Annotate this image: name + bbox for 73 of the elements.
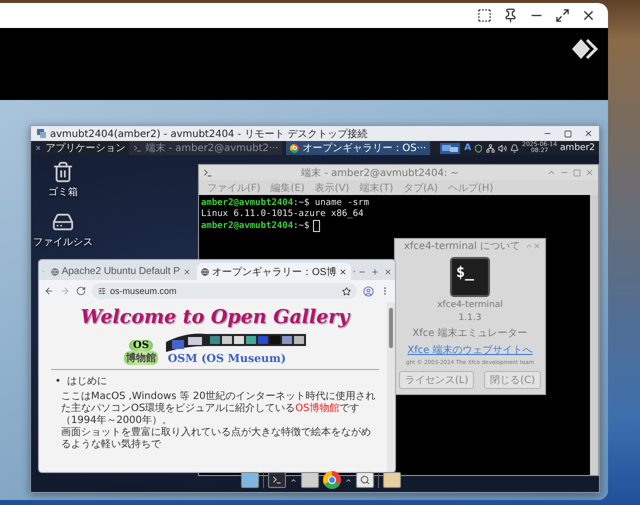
shade-icon[interactable] (547, 168, 556, 177)
app-logo-icon (572, 38, 598, 60)
menu-item[interactable]: 編集(E) (270, 180, 305, 194)
notification-icon[interactable] (510, 144, 520, 152)
network-icon[interactable] (486, 144, 496, 152)
intro-paragraph: ここはMacOS ,Windows 等 20世紀のインターネット時代に使用された主なパソコンOS環境をビジュアルに紹介しているOS博物館です（1994年～2000年）。 (61, 391, 377, 426)
caret-icon[interactable] (290, 476, 297, 484)
dialog-title: xfce4-terminal について (402, 240, 521, 253)
menu-item[interactable]: 表示(V) (314, 180, 350, 194)
dialog-button[interactable]: ライセンス(L) (399, 371, 474, 389)
browser-logo-icon[interactable] (323, 471, 341, 489)
terminal-icon[interactable] (268, 472, 286, 488)
user-name[interactable]: amber2 (560, 143, 595, 153)
window-title: 端末 - amber2@avmubt2404: ~ (300, 166, 460, 180)
address-bar[interactable]: os-museum.com (92, 283, 357, 299)
taskbar-button[interactable]: 端末 - amber2@avmubt2··· (129, 141, 282, 155)
maximize-icon[interactable] (555, 8, 570, 23)
menu-item[interactable]: ファイル(F) (207, 180, 261, 194)
bullet: • (55, 375, 61, 388)
menu-item[interactable]: 端末(T) (359, 180, 394, 194)
terminal-icon (133, 144, 142, 152)
scrollbar[interactable] (590, 195, 598, 475)
workspace-switcher[interactable] (440, 142, 460, 154)
app-name: xfce4-terminal (437, 300, 503, 310)
window-title: avmubt2404(amber2) - avmubt2404 - リモート デスクトップ接続 (50, 128, 368, 140)
maximize-icon[interactable] (564, 130, 572, 138)
taskbar-button[interactable]: オープンギャラリー：OS··· (286, 141, 430, 155)
page-heading: Welcome to Open Gallery (80, 305, 352, 329)
browser-logo-icon (290, 144, 300, 152)
menu-item[interactable]: ヘルプ(H) (448, 180, 494, 194)
website-link[interactable]: Xfce 端末のウェブサイトへ (407, 343, 533, 357)
snip-icon[interactable] (477, 8, 492, 23)
scrollbar[interactable] (387, 302, 395, 472)
logo-text: 博物館 (124, 351, 158, 365)
close-icon[interactable] (339, 268, 348, 276)
input-method-indicator[interactable]: A (464, 143, 472, 153)
list-item: はじめに (66, 375, 107, 388)
search-icon[interactable] (356, 472, 374, 488)
profile-icon[interactable] (363, 286, 374, 296)
volume-icon[interactable] (498, 144, 508, 152)
terminal-line: amber2@avmubt2404:~$ uname -srm (201, 198, 370, 208)
back-icon[interactable] (44, 286, 54, 296)
site-info-icon[interactable] (98, 287, 106, 295)
desktop-icon-label[interactable]: ゴミ箱 (48, 185, 78, 199)
close-icon[interactable] (581, 8, 596, 23)
remote-desktop-icon (37, 129, 46, 138)
menu-item[interactable]: タブ(A) (403, 180, 438, 194)
bookmark-star-icon[interactable] (342, 286, 351, 296)
site-name: OSM (OS Museum) (168, 352, 286, 365)
terminal-app-icon: $_ (450, 257, 490, 297)
browser-tab[interactable]: Apache2 Ubuntu Default P (46, 263, 195, 280)
dialog-button[interactable]: 閉じる(C) (484, 371, 541, 389)
pin-icon[interactable] (503, 8, 518, 23)
trash-icon (52, 161, 74, 183)
reload-icon[interactable] (76, 286, 86, 296)
desktop-icon-label[interactable]: ファイルシス (33, 235, 93, 249)
shield-icon[interactable] (474, 144, 484, 152)
paragraph-text: 画面ショットを豊富に取り入れている点が大きな特徴で絵本をながめるような軽い気持ちで (61, 427, 372, 451)
applications-menu[interactable]: アプリケーション (45, 141, 126, 155)
browser-tab[interactable]: オープンギャラリー：OS博 (196, 263, 352, 280)
app-description: Xfce 端末エミュレーター (412, 326, 528, 340)
window-thumbnail-icon[interactable] (241, 472, 259, 488)
terminal-line: Linux 6.11.0-1015-azure x86_64 (201, 209, 365, 219)
globe-icon (200, 268, 209, 276)
app-version: 1.1.3 (458, 313, 482, 323)
drive-icon (52, 211, 74, 233)
xfce-logo-icon (35, 143, 42, 153)
logo-text: OS (129, 340, 153, 351)
close-icon[interactable] (584, 129, 593, 138)
terminal-icon (203, 168, 213, 178)
caret-icon[interactable] (345, 476, 352, 484)
terminal-line: amber2@avmubt2404:~$ (201, 220, 588, 232)
globe-icon (50, 268, 59, 276)
